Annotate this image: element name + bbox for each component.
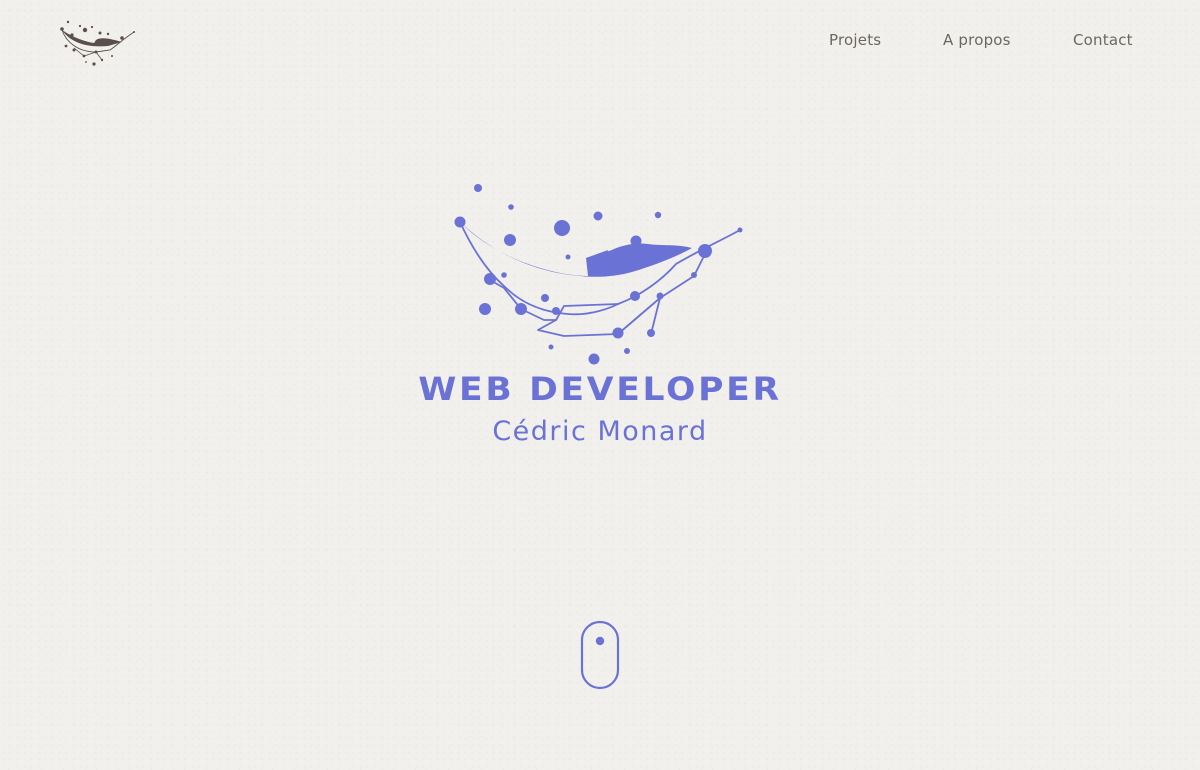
nav-link-about[interactable]: A propos bbox=[943, 31, 1011, 49]
hero-section: WEB DEVELOPER Cédric Monard bbox=[0, 170, 1200, 460]
scroll-down-button[interactable] bbox=[579, 620, 621, 690]
main-nav: Projets A propos Contact bbox=[0, 31, 1200, 51]
nav-link-contact[interactable]: Contact bbox=[1073, 31, 1133, 49]
hero-title: WEB DEVELOPER bbox=[418, 370, 782, 408]
mouse-scroll-icon bbox=[580, 620, 620, 690]
whale-constellation-icon bbox=[454, 184, 743, 365]
nav-link-projects[interactable]: Projets bbox=[829, 31, 881, 49]
hero-subtitle: Cédric Monard bbox=[492, 416, 708, 447]
site-header: Projets A propos Contact bbox=[0, 0, 1200, 85]
